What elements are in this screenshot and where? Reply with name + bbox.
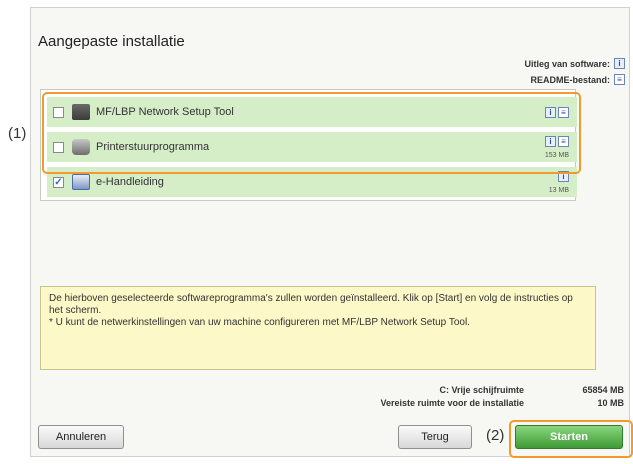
info-note: De hierboven geselecteerde softwareprogr…	[40, 286, 596, 370]
cancel-button[interactable]: Annuleren	[38, 425, 124, 449]
free-space-label: C: Vrije schijfruimte	[439, 385, 524, 395]
info-icon[interactable]: i	[614, 58, 625, 69]
checkbox-checked[interactable]: ✓	[53, 176, 64, 188]
note-text: * U kunt de netwerkinstellingen van uw m…	[49, 317, 470, 328]
free-space-value: 65854 MB	[582, 385, 624, 395]
readme-label: README-bestand:	[530, 74, 610, 85]
highlight-box-1	[42, 92, 581, 174]
back-button[interactable]: Terug	[398, 425, 472, 449]
note-text: De hierboven geselecteerde softwareprogr…	[49, 293, 573, 316]
software-help-label: Uitleg van software:	[524, 58, 610, 69]
required-space-value: 10 MB	[597, 398, 624, 408]
annotation-1: (1)	[8, 125, 27, 142]
manual-icon	[72, 174, 90, 190]
page-title: Aangepaste installatie	[38, 33, 185, 50]
required-space-label: Vereiste ruimte voor de installatie	[380, 398, 524, 408]
readme-icon[interactable]: ≡	[614, 74, 625, 85]
item-size: 13 MB	[548, 187, 569, 194]
item-label: e-Handleiding	[96, 176, 164, 188]
software-help-row: Uitleg van software: i	[524, 58, 625, 69]
annotation-2: (2)	[486, 427, 505, 444]
start-button[interactable]: Starten	[515, 425, 623, 449]
readme-row: README-bestand: ≡	[530, 74, 625, 85]
